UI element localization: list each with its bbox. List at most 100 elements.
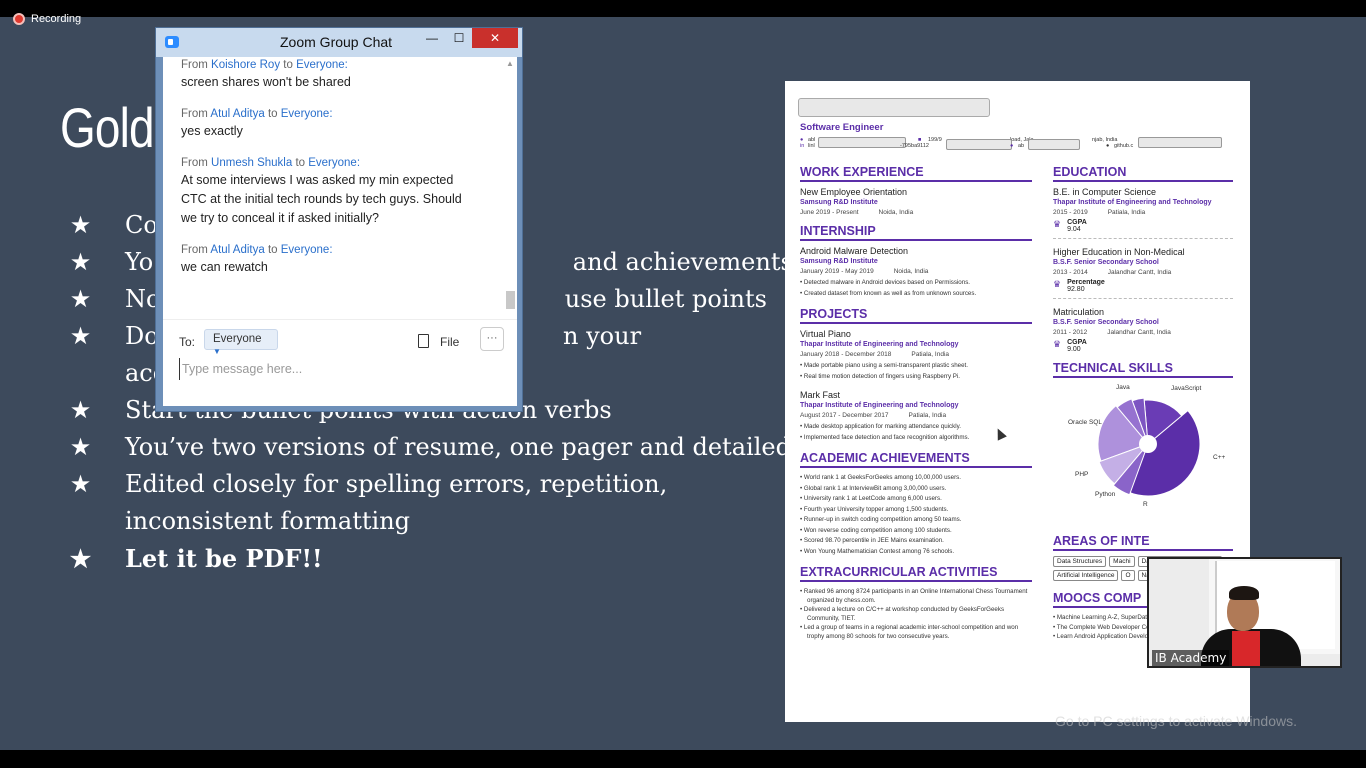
list-item: Runner-up in switch coding competition a…: [804, 515, 1032, 526]
slide-bullet: ★ Edited closely for spelling errors, rep…: [68, 466, 768, 503]
area-tag: O: [1121, 570, 1135, 581]
file-icon[interactable]: [418, 334, 429, 348]
message-input[interactable]: [179, 358, 499, 380]
pie-center: [1139, 435, 1157, 453]
education-entry: Higher Education in Non-Medical B.S.F. Se…: [1053, 247, 1233, 299]
message-scrollbar[interactable]: ▲: [504, 57, 517, 319]
resume-contact: ● abl ■ 199/9 load, Jala njab, India in …: [800, 137, 1240, 155]
star-bullet-icon: ★: [69, 396, 92, 424]
list-item: Delivered a lecture on C/C++ at workshop…: [804, 605, 1032, 623]
resume-entry: Virtual Piano Thapar Institute of Engine…: [800, 329, 1032, 382]
chat-body: From Koishore Roy to Everyone: screen sha…: [163, 57, 517, 406]
file-button[interactable]: File: [440, 335, 459, 349]
zoom-chat-window[interactable]: Zoom Group Chat — ☐ ✕ From Koishore Roy …: [155, 27, 523, 412]
recipient-dropdown[interactable]: Everyone ▼: [204, 329, 278, 356]
star-bullet-icon: ★: [69, 470, 92, 498]
resume-left-column: WORK EXPERIENCE New Employee Orientation…: [800, 165, 1032, 641]
trophy-icon: ♛: [1053, 339, 1062, 349]
scroll-thumb[interactable]: [506, 291, 515, 309]
list-item: University rank 1 at LeetCode among 6,00…: [804, 494, 1032, 505]
slide-bullet: ★ Let it be PDF!!: [68, 540, 768, 577]
area-tag: Artificial Intelligence: [1053, 570, 1119, 581]
list-item: Global rank 1 at InterviewBit among 3,00…: [804, 484, 1032, 495]
chat-title-bar[interactable]: Zoom Group Chat — ☐ ✕: [156, 28, 522, 57]
redacted-block: [1138, 137, 1222, 148]
skills-pie: C++ JavaScript Java Oracle SQL PHP Python R: [1053, 384, 1233, 524]
chat-message: From Koishore Roy to Everyone: screen sha…: [181, 57, 517, 92]
recipient-name: Everyone:: [280, 244, 333, 256]
star-bullet-icon: ★: [69, 285, 92, 313]
phone-icon: ●: [1010, 143, 1014, 149]
area-tag: Machi: [1109, 556, 1135, 567]
record-icon: [13, 13, 25, 25]
education-list: B.E. in Computer Science Thapar Institute…: [1053, 187, 1233, 353]
section-heading: AREAS OF INTE: [1053, 534, 1233, 551]
message-header: From Koishore Roy to Everyone:: [181, 59, 348, 71]
star-bullet-icon: ★: [69, 211, 92, 239]
more-options-button[interactable]: ···: [480, 327, 504, 351]
participant-video[interactable]: IB Academy: [1147, 557, 1342, 668]
bottom-bar: [0, 750, 1366, 768]
section-heading: EXTRACURRICULAR ACTIVITIES: [800, 565, 1032, 582]
message-text: screen shares won't be shared: [181, 75, 351, 89]
pie-label: PHP: [1075, 471, 1088, 478]
list-item: World rank 1 at GeeksForGeeks among 10,0…: [804, 473, 1032, 484]
slide-bullet: inconsistent formatting: [125, 507, 411, 535]
chat-message: From Unmesh Shukla to Everyone: At some i…: [181, 155, 517, 228]
linkedin-icon: in: [800, 143, 805, 149]
pie-label: Python: [1095, 491, 1116, 498]
star-bullet-icon: ★: [69, 322, 92, 350]
message-text: At some interviews I was asked my min ex…: [181, 173, 462, 225]
message-header: From Atul Aditya to Everyone:: [181, 244, 333, 256]
redacted-block: [1028, 139, 1080, 150]
sender-name[interactable]: Atul Aditya: [210, 244, 264, 256]
list-item: Won reverse coding competition among 100…: [804, 526, 1032, 537]
slide-bullet: ★ You’ve two versions of resume, one page…: [68, 429, 799, 466]
pie-label: C++: [1213, 454, 1225, 461]
redacted-block: [818, 137, 906, 148]
chat-message: From Atul Aditya to Everyone: we can rewa…: [181, 242, 517, 277]
message-header: From Unmesh Shukla to Everyone:: [181, 157, 361, 169]
list-item: Fourth year University topper among 1,50…: [804, 505, 1032, 516]
sender-name[interactable]: Atul Aditya: [210, 108, 264, 120]
recipient-value: Everyone: [213, 333, 262, 345]
education-entry: B.E. in Computer Science Thapar Institute…: [1053, 187, 1233, 239]
section-heading: PROJECTS: [800, 307, 1032, 324]
recording-indicator: Recording: [13, 13, 81, 25]
message-header: From Atul Aditya to Everyone:: [181, 108, 333, 120]
chevron-down-icon: ▼: [213, 347, 221, 356]
chat-window-title: Zoom Group Chat: [280, 34, 393, 50]
section-heading: EDUCATION: [1053, 165, 1233, 182]
list-item: Ranked 96 among 8724 participants in an …: [804, 587, 1032, 605]
extracurricular-list: Ranked 96 among 8724 participants in an …: [800, 587, 1032, 641]
chat-message: From Atul Aditya to Everyone: yes exactly: [181, 106, 517, 141]
close-button[interactable]: ✕: [472, 28, 518, 48]
redacted-block: [946, 139, 1012, 150]
list-item: Won Young Mathematician Contest among 76…: [804, 547, 1032, 558]
star-bullet-icon: ★: [69, 544, 92, 573]
recording-label: Recording: [31, 13, 82, 25]
section-heading: INTERNSHIP: [800, 224, 1032, 241]
recipient-name: Everyone:: [296, 59, 348, 71]
resume-entry: Android Malware Detection Samsung R&D In…: [800, 246, 1032, 299]
sender-name[interactable]: Unmesh Shukla: [211, 157, 292, 169]
section-heading: ACADEMIC ACHIEVEMENTS: [800, 451, 1032, 468]
pie-label: Oracle SQL: [1068, 419, 1102, 426]
trophy-icon: ♛: [1053, 279, 1062, 289]
participant-name: IB Academy: [1152, 650, 1230, 666]
message-text: we can rewatch: [181, 260, 268, 274]
message-list[interactable]: From Koishore Roy to Everyone: screen sha…: [163, 57, 517, 319]
top-bar: [0, 0, 1366, 17]
resume-name-redacted: [798, 98, 990, 117]
achievements-list: World rank 1 at GeeksForGeeks among 10,0…: [800, 473, 1032, 557]
scroll-up-icon[interactable]: ▲: [506, 59, 514, 68]
zoom-icon: [165, 36, 179, 48]
minimize-button[interactable]: —: [422, 28, 442, 48]
maximize-button[interactable]: ☐: [449, 28, 469, 48]
slide-title: Gold: [60, 96, 155, 159]
list-item: Led a group of teams in a regional acade…: [804, 623, 1032, 641]
github-icon: ●: [1106, 143, 1110, 149]
sender-name[interactable]: Koishore Roy: [211, 59, 280, 71]
chat-composer: To: Everyone ▼ File ···: [163, 319, 517, 406]
section-heading: WORK EXPERIENCE: [800, 165, 1032, 182]
